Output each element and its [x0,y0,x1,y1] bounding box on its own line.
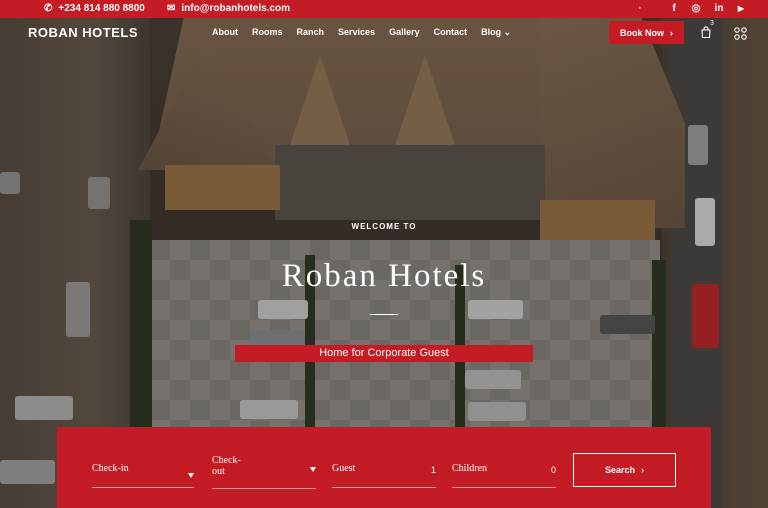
welcome-text: WELCOME TO [351,222,417,231]
hero-tagline: Home for Corporate Guest [235,345,533,362]
phone-icon: ✆ [44,3,53,14]
checkout-label: Check- out [212,455,241,477]
search-label: Search [604,465,636,475]
guest-field[interactable]: Guest 1 [332,463,436,488]
site-logo[interactable]: ROBAN HOTELS [28,25,138,40]
book-now-button[interactable]: Book Now › [609,21,684,44]
checkin-label: Check-in [92,463,129,474]
menu-grid-icon[interactable] [734,27,747,40]
email-contact[interactable]: ✉ info@robanhotels.com [167,2,290,16]
chevron-right-icon: › [641,465,645,475]
instagram-icon[interactable]: ◎ [689,1,703,17]
chevron-right-icon: › [670,27,673,38]
booking-form: Check-in Check- out Guest 1 Children 0 S… [57,427,711,508]
email-address: info@robanhotels.com [181,3,291,14]
guest-label: Guest [332,463,356,474]
book-now-label: Book Now [620,27,664,38]
shopping-bag-icon[interactable] [700,26,712,38]
nav-blog[interactable]: Blog ⌄ [481,27,511,38]
children-label: Children [452,463,487,474]
phone-contact[interactable]: ✆ +234 814 880 8800 [44,2,145,16]
nav-blog-label: Blog [481,27,502,37]
children-value: 0 [550,465,556,475]
top-contact-bar: ✆ +234 814 880 8800 ✉ info@robanhotels.c… [0,0,768,18]
facebook-icon[interactable]: f [667,1,681,17]
search-button[interactable]: Search › [573,453,676,487]
nav-ranch[interactable]: Ranch [297,27,325,38]
linkedin-icon[interactable]: in [712,1,726,17]
caret-down-icon [188,473,194,478]
caret-down-icon [310,467,316,472]
hero-title: Roban Hotels [281,258,487,294]
nav-about[interactable]: About [212,27,238,38]
chevron-down-icon: ⌄ [501,27,512,37]
title-divider [370,314,398,315]
nav-rooms[interactable]: Rooms [252,27,283,38]
youtube-icon[interactable]: ▶ [734,1,748,17]
mail-icon: ✉ [167,3,176,14]
nav-contact[interactable]: Contact [434,27,468,38]
guest-value: 1 [430,465,436,475]
nav-gallery[interactable]: Gallery [389,27,420,38]
main-nav: About Rooms Ranch Services Gallery Conta… [212,27,525,38]
children-field[interactable]: Children 0 [452,463,556,488]
phone-number: +234 814 880 8800 [58,3,145,14]
checkout-field[interactable]: Check- out [212,455,316,489]
nav-services[interactable]: Services [338,27,375,38]
checkin-field[interactable]: Check-in [92,463,194,488]
cart-count-badge: 3 [710,20,714,27]
dot-icon: · [638,3,642,14]
